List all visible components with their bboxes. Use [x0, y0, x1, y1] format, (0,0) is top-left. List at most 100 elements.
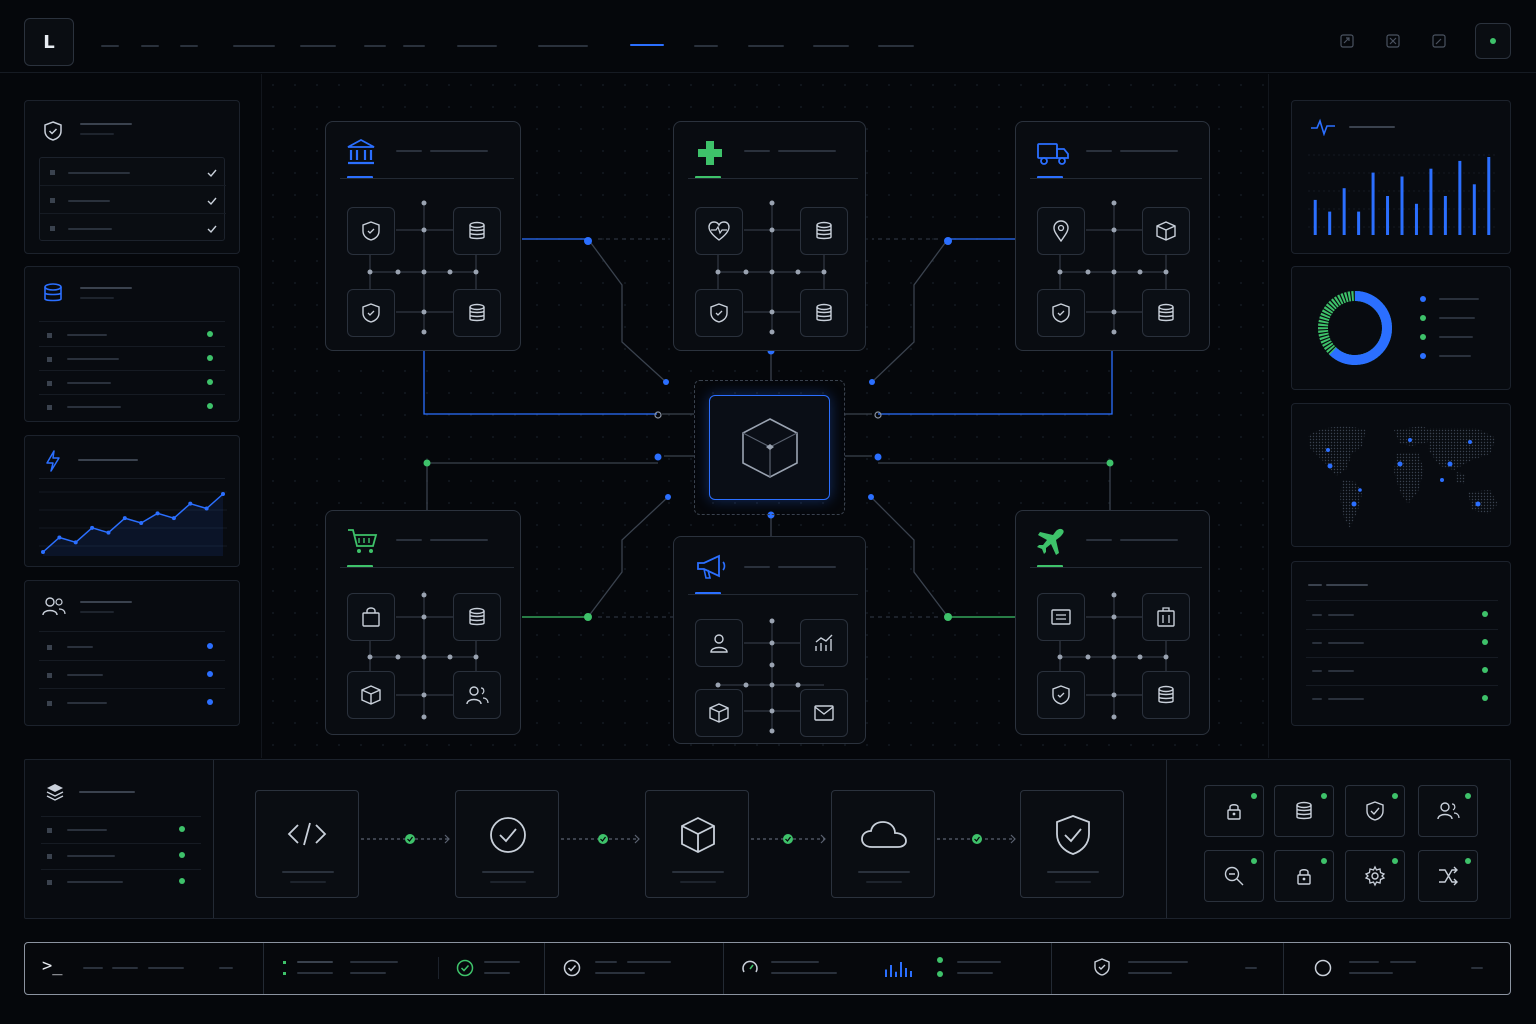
legend-marker: [1420, 315, 1426, 321]
cube-icon: [742, 418, 798, 478]
shield-icon: [362, 303, 380, 323]
heartbeat-icon: [1311, 118, 1335, 136]
activity-bar: [1443, 196, 1447, 235]
database-tile[interactable]: [453, 593, 501, 641]
database-icon: [469, 303, 485, 322]
sector-card-retail[interactable]: [325, 510, 521, 735]
terminal-prompt[interactable]: >_: [42, 956, 62, 976]
check-circle-icon: [456, 959, 474, 977]
package-icon: [1156, 221, 1176, 241]
world-map-panel: [1291, 403, 1511, 547]
pulse-bars-panel: [1291, 100, 1511, 254]
module-lock-secure[interactable]: [1274, 850, 1334, 902]
mail-tile[interactable]: [800, 689, 848, 737]
shield-icon: [710, 303, 728, 323]
database-tile[interactable]: [1142, 289, 1190, 337]
shield-tile[interactable]: [695, 289, 743, 337]
database-tile[interactable]: [800, 289, 848, 337]
shield-icon: [362, 221, 380, 241]
database-icon: [816, 303, 832, 322]
shield-check-icon: [1366, 801, 1384, 821]
database-tile[interactable]: [1142, 671, 1190, 719]
list-item[interactable]: [1306, 658, 1498, 686]
package-icon: [361, 685, 381, 705]
map-pin-icon: [1053, 220, 1069, 242]
dashboard-root: L >_: [0, 0, 1536, 1024]
shield-icon: [1052, 303, 1070, 323]
lock-icon: [1297, 869, 1311, 885]
ticket-icon: [1051, 609, 1071, 625]
shield-tile[interactable]: [1037, 289, 1085, 337]
heart-tile[interactable]: [695, 207, 743, 255]
shuffle-icon: [1439, 866, 1458, 886]
module-database[interactable]: [1274, 785, 1334, 837]
list-item[interactable]: [1306, 602, 1498, 630]
mini-bar: [885, 969, 887, 977]
module-shield[interactable]: [1345, 785, 1405, 837]
user-tile[interactable]: [695, 619, 743, 667]
mini-bar: [905, 968, 907, 977]
lock-icon: [1227, 804, 1241, 820]
mini-bar-chart: [885, 962, 912, 977]
activity-bar: [1487, 157, 1491, 235]
shield-tile[interactable]: [347, 207, 395, 255]
mini-bar: [910, 971, 912, 977]
legend-marker: [1420, 353, 1426, 359]
database-tile[interactable]: [453, 207, 501, 255]
module-users[interactable]: [1418, 785, 1478, 837]
database-icon: [1296, 801, 1312, 820]
sector-card-marketing[interactable]: [673, 536, 866, 744]
package-tile[interactable]: [347, 671, 395, 719]
luggage-icon: [1157, 607, 1175, 627]
location-tile[interactable]: [1037, 207, 1085, 255]
activity-bar: [1342, 188, 1346, 235]
bag-tile[interactable]: [347, 593, 395, 641]
status-circle-icon: [1314, 959, 1332, 977]
list-item[interactable]: [1306, 686, 1498, 714]
shield-tile[interactable]: [347, 289, 395, 337]
package-tile[interactable]: [1142, 207, 1190, 255]
activity-bar: [1400, 176, 1404, 235]
list-item[interactable]: [1306, 630, 1498, 658]
database-tile[interactable]: [800, 207, 848, 255]
database-icon: [1158, 685, 1174, 704]
bar-chart-icon: [815, 634, 833, 651]
sector-card-travel[interactable]: [1015, 510, 1210, 735]
mini-bar: [900, 962, 902, 977]
gauge-icon: [742, 960, 758, 973]
shield-icon: [1052, 685, 1070, 705]
activity-bar: [1414, 203, 1418, 235]
package-tile[interactable]: [695, 689, 743, 737]
gear-icon: [1364, 865, 1386, 887]
legend-marker: [1420, 296, 1426, 302]
mini-bar: [895, 971, 897, 977]
pipeline-row: [24, 759, 1511, 919]
module-lock[interactable]: [1204, 785, 1264, 837]
module-settings[interactable]: [1345, 850, 1405, 902]
sector-card-healthcare[interactable]: [673, 121, 866, 351]
activity-bar: [1328, 211, 1332, 235]
analytics-tile[interactable]: [800, 619, 848, 667]
status-list-panel: [1291, 561, 1511, 726]
database-icon: [469, 221, 485, 240]
users-tile[interactable]: [453, 671, 501, 719]
ticket-tile[interactable]: [1037, 593, 1085, 641]
luggage-tile[interactable]: [1142, 593, 1190, 641]
sector-card-finance[interactable]: [325, 121, 521, 351]
distribution-donut-panel: [1291, 266, 1511, 390]
users-icon: [466, 686, 489, 705]
activity-bar: [1458, 160, 1462, 235]
shield-check-icon: [1094, 958, 1110, 976]
database-tile[interactable]: [453, 289, 501, 337]
module-shuffle[interactable]: [1418, 850, 1478, 902]
activity-bar: [1371, 172, 1375, 235]
module-search[interactable]: [1204, 850, 1264, 902]
activity-bar: [1386, 196, 1390, 235]
check-circle-icon: [563, 959, 581, 977]
shield-tile[interactable]: [1037, 671, 1085, 719]
pipeline-connectors: [361, 834, 1016, 844]
shopping-bag-icon: [362, 607, 380, 627]
sector-card-logistics[interactable]: [1015, 121, 1210, 351]
activity-bar-chart: [1308, 154, 1496, 235]
central-hub-node[interactable]: [709, 395, 830, 500]
